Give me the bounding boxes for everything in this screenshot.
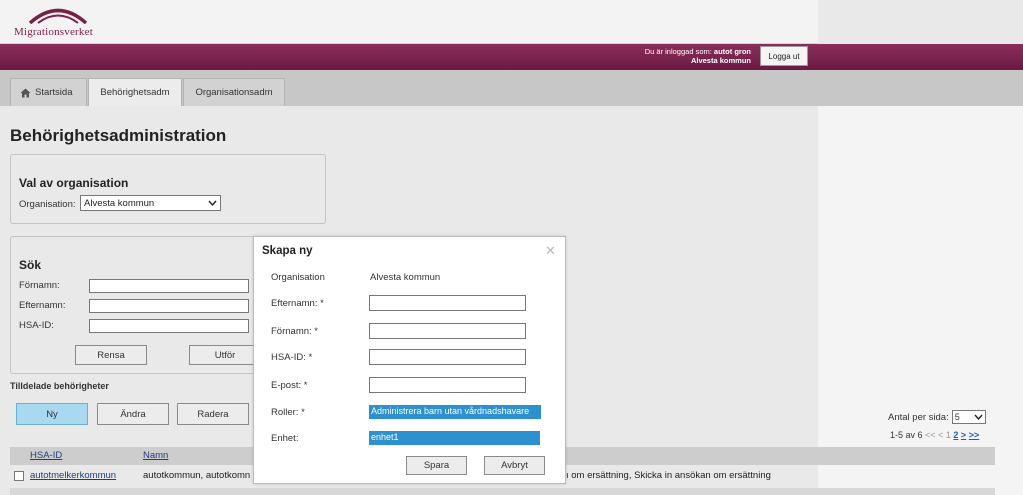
- firstname-input[interactable]: [89, 279, 249, 293]
- dialog-hsa-id-label: HSA-ID: *: [271, 352, 313, 363]
- row-roles: ı om ersättning, Skicka in ansökan om er…: [566, 470, 771, 481]
- tab-behorighetsadm[interactable]: Behörighetsadm: [88, 78, 182, 106]
- row-hsa-id[interactable]: autotmelkerkommun: [30, 470, 116, 481]
- tab-bar: Startsida Behörighetsadm Organisationsad…: [0, 70, 1023, 106]
- column-header-name[interactable]: Namn: [143, 450, 168, 461]
- search-box-title: Sök: [19, 258, 42, 272]
- organisation-label: Organisation:: [19, 199, 76, 210]
- per-page-control: Antal per sida: 5: [888, 410, 986, 424]
- tab-label: Behörighetsadm: [100, 87, 170, 98]
- page-title: Behörighetsadministration: [10, 126, 227, 145]
- chevron-down-icon: [208, 200, 217, 206]
- assigned-permissions-title: Tilldelade behörigheter: [10, 381, 109, 391]
- dialog-firstname-label: Förnamn: *: [271, 326, 318, 337]
- lastname-input[interactable]: [89, 299, 249, 313]
- dialog-roles-select[interactable]: Administrera barn utan vårdnadshavare: [369, 405, 541, 419]
- header-logo-bar: Migrationsverket: [0, 0, 818, 44]
- per-page-label: Antal per sida:: [888, 411, 949, 423]
- pagination: 1-5 av 6 << < 1 2 > >>: [890, 430, 979, 440]
- column-header-hsa-id[interactable]: HSA-ID: [30, 450, 62, 461]
- dialog-roles-label: Roller: *: [271, 407, 305, 418]
- firstname-label: Förnamn:: [19, 280, 60, 291]
- chevron-down-icon: [974, 414, 983, 420]
- row-checkbox[interactable]: [14, 471, 24, 481]
- row-name: autotkommun, autotkomn: [143, 470, 251, 481]
- organisation-select-box: Val av organisation Organisation: Alvest…: [10, 154, 326, 224]
- pager-page-2[interactable]: 2: [953, 430, 958, 440]
- tab-startsida[interactable]: Startsida: [10, 78, 87, 106]
- user-bar: Du är inloggad som: autot gron Alvesta k…: [0, 44, 1023, 70]
- per-page-value: 5: [954, 412, 960, 422]
- new-button[interactable]: Ny: [16, 403, 88, 425]
- organisation-select-value: Alvesta kommun: [84, 197, 155, 209]
- dialog-hsa-id-input[interactable]: [369, 349, 526, 365]
- user-name: autot gron: [713, 47, 751, 56]
- pager-next[interactable]: >: [961, 430, 966, 440]
- logout-button[interactable]: Logga ut: [760, 46, 808, 66]
- tab-label: Startsida: [35, 87, 73, 98]
- dialog-firstname-input[interactable]: [369, 323, 526, 339]
- hsa-id-input[interactable]: [89, 319, 249, 333]
- dialog-title: Skapa ny: [262, 245, 313, 257]
- dialog-lastname-label: Efternamn: *: [271, 298, 324, 309]
- logo-arc-icon: [28, 8, 88, 24]
- table-row-next: [10, 488, 995, 495]
- pager-summary: 1-5 av 6: [890, 430, 923, 440]
- per-page-select[interactable]: 5: [951, 410, 986, 424]
- dialog-unit-label: Enhet:: [271, 433, 299, 444]
- logged-in-user: Du är inloggad som: autot gron Alvesta k…: [645, 47, 751, 65]
- logo[interactable]: Migrationsverket: [14, 6, 100, 40]
- dialog-organisation-label: Organisation: [271, 272, 325, 283]
- close-icon[interactable]: ✕: [545, 243, 556, 259]
- user-label: Du är inloggad som:: [644, 47, 712, 56]
- create-new-dialog: Skapa ny ✕ Organisation Alvesta kommun E…: [253, 236, 566, 484]
- dialog-unit-select[interactable]: enhet1: [369, 431, 540, 445]
- reset-button[interactable]: Rensa: [75, 345, 147, 365]
- dialog-lastname-input[interactable]: [369, 295, 526, 311]
- organisation-select[interactable]: Alvesta kommun: [80, 195, 221, 211]
- tab-organisationsadm[interactable]: Organisationsadm: [183, 78, 285, 106]
- organisation-box-title: Val av organisation: [19, 176, 129, 190]
- pager-first: <<: [925, 430, 936, 440]
- dialog-organisation-value: Alvesta kommun: [370, 272, 441, 283]
- logo-text: Migrationsverket: [14, 26, 93, 38]
- cancel-button[interactable]: Avbryt: [484, 456, 545, 475]
- pager-current: 1: [945, 430, 951, 440]
- pager-prev: <: [938, 430, 944, 440]
- hsa-id-label: HSA-ID:: [19, 320, 54, 331]
- lastname-label: Efternamn:: [19, 300, 66, 311]
- search-submit-button[interactable]: Utför: [189, 345, 261, 365]
- tab-label: Organisationsadm: [195, 87, 273, 98]
- delete-button[interactable]: Radera: [177, 403, 249, 425]
- dialog-email-label: E-post: *: [271, 380, 308, 391]
- dialog-email-input[interactable]: [369, 377, 526, 393]
- edit-button[interactable]: Ändra: [97, 403, 169, 425]
- user-organisation: Alvesta kommun: [690, 56, 751, 65]
- home-icon: [20, 88, 31, 97]
- pager-last[interactable]: >>: [969, 430, 980, 440]
- save-button[interactable]: Spara: [406, 456, 467, 475]
